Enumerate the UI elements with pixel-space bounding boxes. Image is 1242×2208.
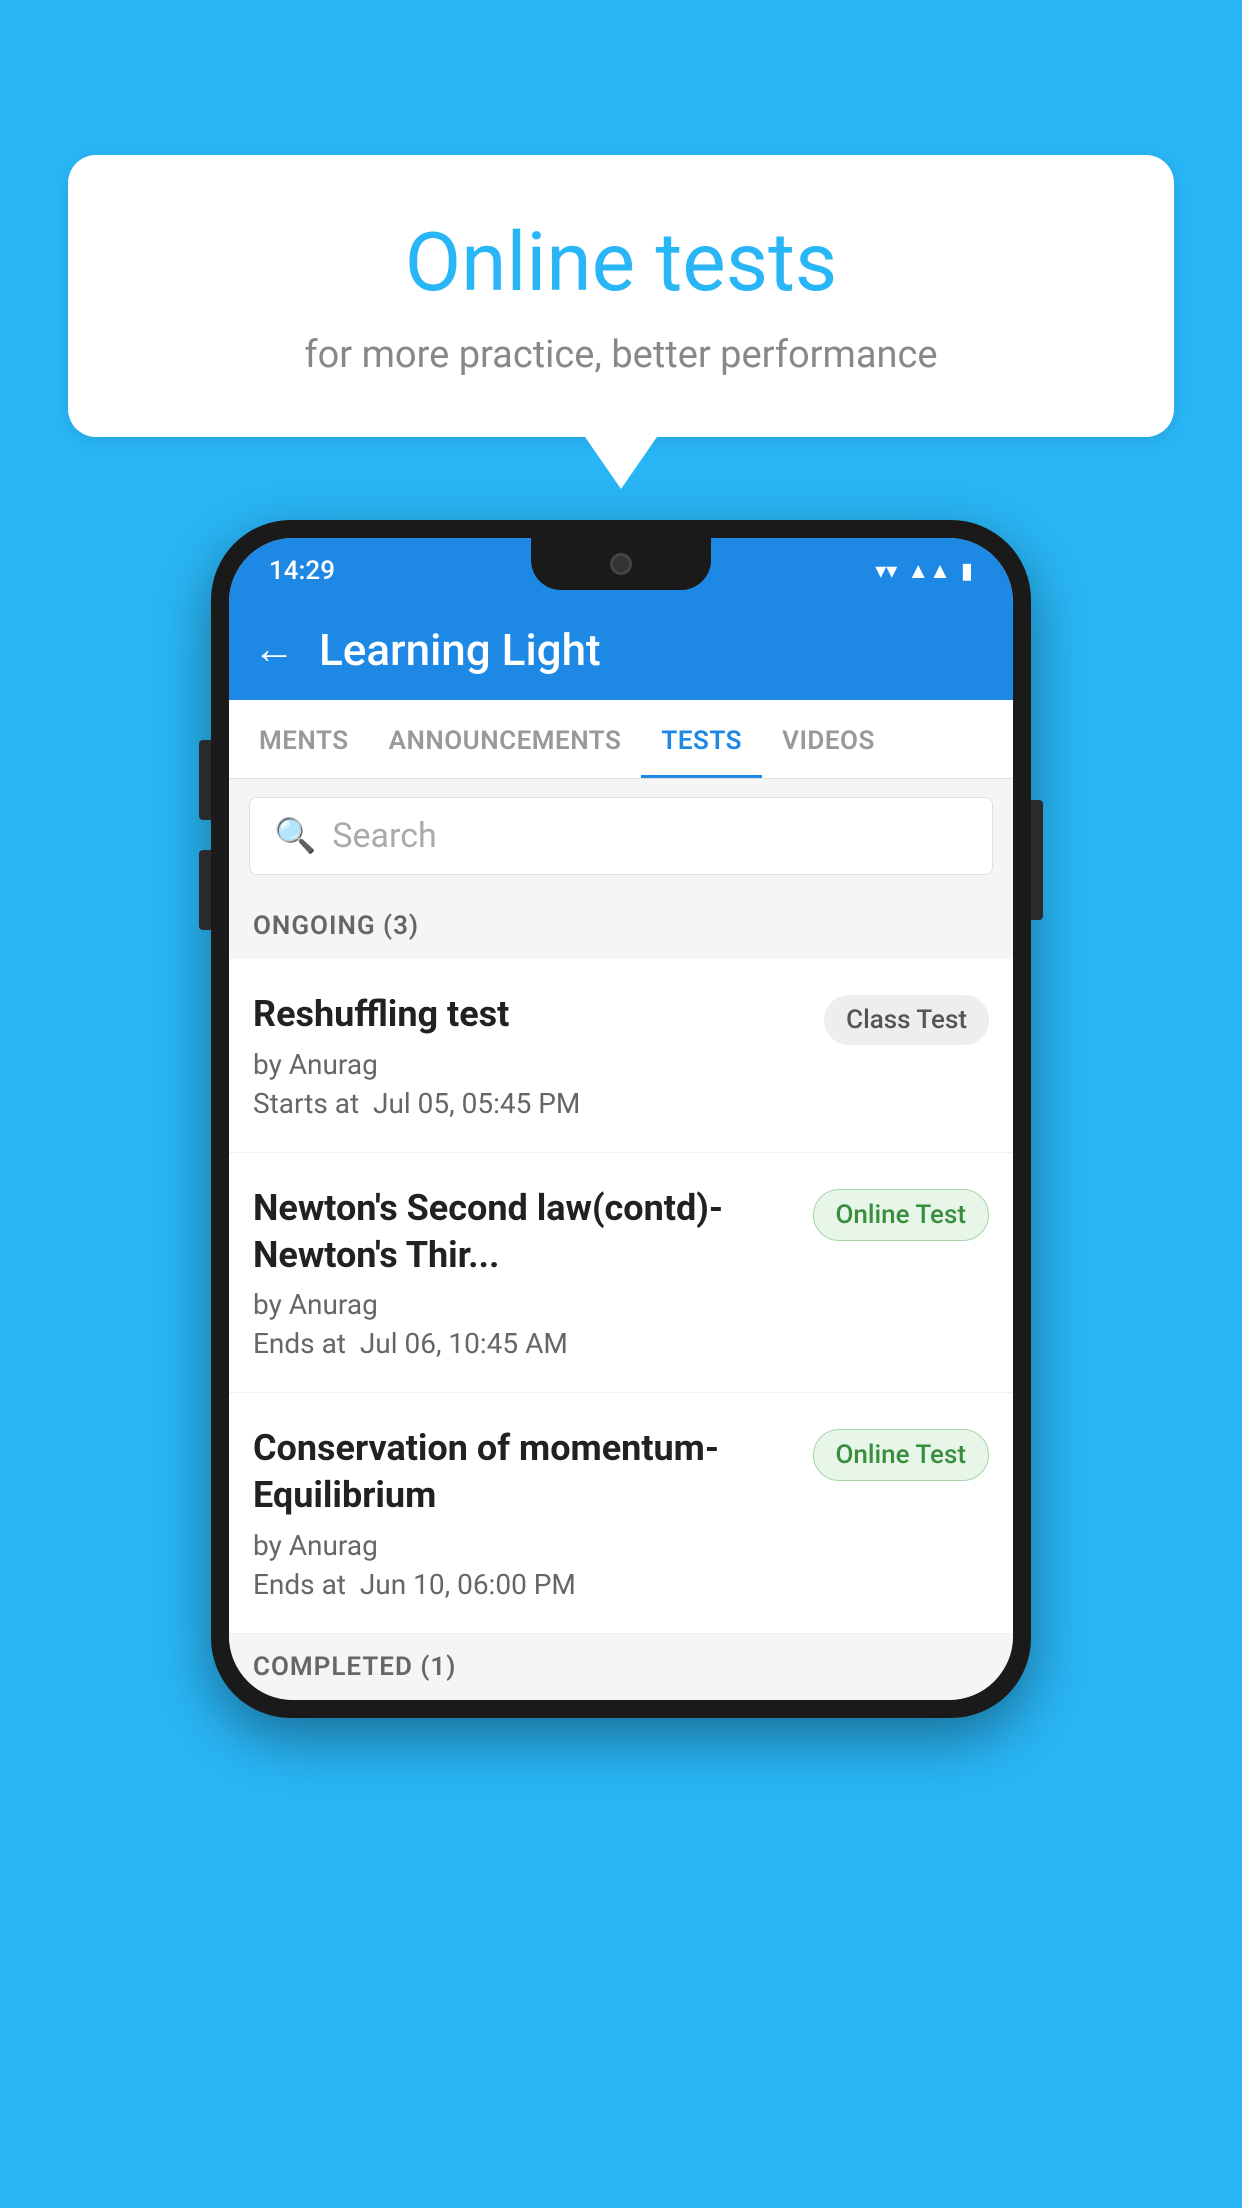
- status-icons: ▾▾ ▲▲ ▮: [875, 558, 973, 584]
- ongoing-section-header: ONGOING (3): [229, 893, 1013, 959]
- test-name-1: Reshuffling test: [253, 991, 808, 1038]
- test-info-3: Conservation of momentum-Equilibrium by …: [253, 1425, 797, 1601]
- test-author-2: by Anurag: [253, 1288, 797, 1321]
- wifi-icon: ▾▾: [875, 559, 897, 584]
- tab-announcements[interactable]: ANNOUNCEMENTS: [369, 700, 642, 778]
- speech-bubble-wrapper: Online tests for more practice, better p…: [68, 155, 1174, 437]
- tab-tests[interactable]: TESTS: [641, 700, 762, 778]
- back-button[interactable]: ←: [253, 629, 295, 671]
- test-badge-1: Class Test: [824, 995, 989, 1045]
- search-bar[interactable]: 🔍 Search: [249, 797, 993, 875]
- test-info-1: Reshuffling test by Anurag Starts at Jul…: [253, 991, 808, 1120]
- test-date-2: Ends at Jul 06, 10:45 AM: [253, 1327, 797, 1360]
- phone-button-left1: [199, 740, 211, 820]
- test-date-1: Starts at Jul 05, 05:45 PM: [253, 1087, 808, 1120]
- tests-list: Reshuffling test by Anurag Starts at Jul…: [229, 959, 1013, 1634]
- test-badge-2: Online Test: [813, 1189, 990, 1241]
- test-item[interactable]: Conservation of momentum-Equilibrium by …: [229, 1393, 1013, 1634]
- test-name-3: Conservation of momentum-Equilibrium: [253, 1425, 797, 1519]
- phone-button-left2: [199, 850, 211, 930]
- status-time: 14:29: [269, 556, 335, 586]
- test-author-3: by Anurag: [253, 1529, 797, 1562]
- phone-button-right: [1031, 800, 1043, 920]
- app-title: Learning Light: [319, 624, 601, 676]
- test-badge-3: Online Test: [813, 1429, 990, 1481]
- test-date-3: Ends at Jun 10, 06:00 PM: [253, 1568, 797, 1601]
- search-icon: 🔍: [274, 816, 316, 856]
- tab-videos[interactable]: VIDEOS: [762, 700, 895, 778]
- test-item[interactable]: Newton's Second law(contd)-Newton's Thir…: [229, 1153, 1013, 1394]
- phone-notch: [531, 538, 711, 590]
- test-name-2: Newton's Second law(contd)-Newton's Thir…: [253, 1185, 797, 1279]
- search-container: 🔍 Search: [229, 779, 1013, 893]
- tabs-container: MENTS ANNOUNCEMENTS TESTS VIDEOS: [229, 700, 1013, 779]
- test-author-1: by Anurag: [253, 1048, 808, 1081]
- completed-label: COMPLETED (1): [253, 1652, 456, 1682]
- bubble-subtitle: for more practice, better performance: [118, 333, 1124, 377]
- phone-frame: 14:29 ▾▾ ▲▲ ▮ ← Learning Light MENTS ANN…: [211, 520, 1031, 1718]
- test-item[interactable]: Reshuffling test by Anurag Starts at Jul…: [229, 959, 1013, 1153]
- speech-bubble: Online tests for more practice, better p…: [68, 155, 1174, 437]
- front-camera: [610, 553, 632, 575]
- search-input[interactable]: Search: [332, 816, 436, 856]
- bubble-title: Online tests: [118, 215, 1124, 311]
- app-header: ← Learning Light: [229, 600, 1013, 700]
- signal-icon: ▲▲: [907, 558, 951, 584]
- completed-section-header: COMPLETED (1): [229, 1634, 1013, 1700]
- phone-wrapper: 14:29 ▾▾ ▲▲ ▮ ← Learning Light MENTS ANN…: [211, 520, 1031, 1718]
- phone-screen: 14:29 ▾▾ ▲▲ ▮ ← Learning Light MENTS ANN…: [229, 538, 1013, 1700]
- tab-ments[interactable]: MENTS: [239, 700, 369, 778]
- battery-icon: ▮: [961, 559, 973, 584]
- ongoing-label: ONGOING (3): [253, 911, 419, 941]
- test-info-2: Newton's Second law(contd)-Newton's Thir…: [253, 1185, 797, 1361]
